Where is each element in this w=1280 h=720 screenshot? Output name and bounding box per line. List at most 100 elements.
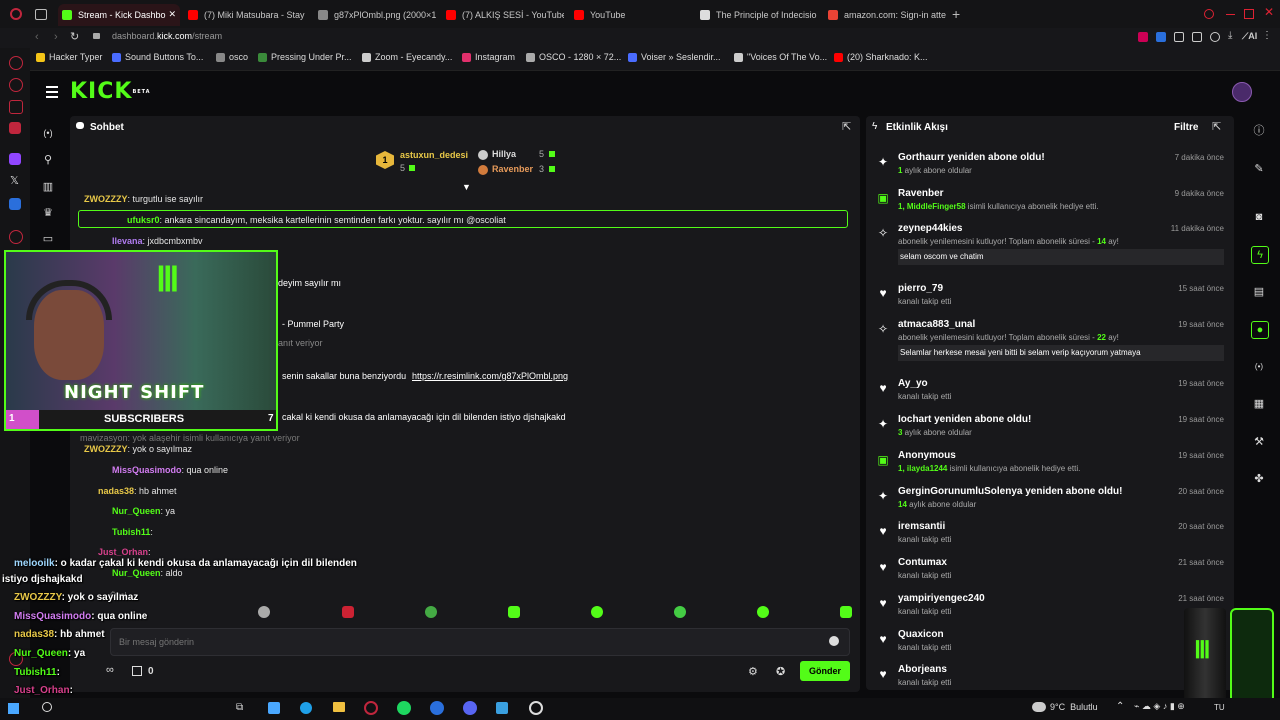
- activity-title-text[interactable]: GerginGorunumluSolenya yeniden abone old…: [898, 486, 1122, 497]
- emote-icon[interactable]: [840, 606, 852, 618]
- link-icon[interactable]: ⚲: [41, 153, 55, 167]
- browser-tab[interactable]: (7) Miki Matsubara - Stay: [188, 4, 306, 26]
- popout-activity-icon[interactable]: ⇱: [1212, 120, 1221, 133]
- tab-list-icon[interactable]: [35, 9, 47, 20]
- emote-icon[interactable]: [591, 606, 603, 618]
- emote-icon[interactable]: [508, 606, 520, 618]
- minimize-icon[interactable]: [1226, 14, 1235, 15]
- layout-icon[interactable]: ▦: [1251, 396, 1267, 412]
- activity-title-text[interactable]: Ravenber: [898, 188, 944, 199]
- activity-title-text[interactable]: Iochart yeniden abone oldu!: [898, 414, 1031, 425]
- tray-icons[interactable]: ⌁ ☁ ◈ ♪ ▮ ⊕: [1134, 701, 1185, 712]
- chat-username[interactable]: Tubish11: [112, 527, 150, 537]
- sidebar-app-icon[interactable]: [9, 198, 21, 210]
- apps-icon[interactable]: ✤: [1251, 471, 1267, 487]
- chat-rules-icon[interactable]: ∞: [106, 664, 114, 676]
- chat-username[interactable]: MissQuasimodo: [112, 465, 182, 475]
- sidebar-app-icon[interactable]: [9, 56, 23, 70]
- close-tab-icon[interactable]: ✕: [168, 9, 176, 20]
- bookmark-item[interactable]: Voiser » Seslendir...: [628, 52, 721, 62]
- media-icon[interactable]: ▭: [41, 232, 55, 246]
- edit-icon[interactable]: ✎: [1251, 161, 1267, 177]
- extension-icon[interactable]: [1192, 32, 1202, 42]
- chat-username[interactable]: nadas38: [98, 486, 134, 496]
- trophy-icon[interactable]: ♛: [41, 206, 55, 220]
- settings-icon[interactable]: ⚙: [748, 665, 758, 678]
- discord-icon[interactable]: [463, 701, 477, 715]
- chat-input-box[interactable]: [110, 628, 850, 656]
- taskbar-app-icon[interactable]: [268, 702, 280, 714]
- emote-icon[interactable]: [425, 606, 437, 618]
- third-gifter-name[interactable]: Ravenber: [492, 164, 533, 174]
- popout-chat-icon[interactable]: ⇱: [842, 120, 851, 133]
- camera-icon[interactable]: ◙: [1251, 209, 1267, 225]
- language-indicator[interactable]: TU: [1214, 703, 1225, 712]
- extension-icon[interactable]: [1174, 32, 1184, 42]
- emote-icon[interactable]: [674, 606, 686, 618]
- sidebar-app-icon[interactable]: [9, 78, 23, 92]
- obs-icon[interactable]: [529, 701, 543, 715]
- reload-icon[interactable]: ↻: [70, 30, 79, 43]
- broadcast-icon[interactable]: (•): [1251, 359, 1267, 375]
- taskbar-app-icon[interactable]: [496, 702, 508, 714]
- menu-icon[interactable]: ⋮: [1262, 30, 1272, 41]
- bookmark-item[interactable]: "Voices Of The Vo...: [734, 52, 827, 62]
- first-gifter-name[interactable]: astuxun_dedesi: [400, 150, 468, 160]
- bookmark-item[interactable]: Sound Buttons To...: [112, 52, 203, 62]
- chat-username[interactable]: Just_Orhan: [98, 547, 148, 557]
- browser-tab[interactable]: (7) ALKIŞ SESİ - YouTube: [446, 4, 564, 26]
- explorer-icon[interactable]: [333, 702, 345, 712]
- browser-taskbar-icon[interactable]: [364, 701, 378, 715]
- info-icon[interactable]: ⓘ: [1251, 123, 1267, 139]
- sidebar-app-icon[interactable]: [9, 230, 23, 244]
- chat-username[interactable]: ufuksr0: [127, 215, 160, 225]
- weather-text[interactable]: 9°C Bulutlu: [1050, 702, 1098, 712]
- profile-icon[interactable]: [1210, 32, 1220, 42]
- activity-title-text[interactable]: Quaxicon: [898, 629, 944, 640]
- emote-icon[interactable]: [342, 606, 354, 618]
- browser-logo-icon[interactable]: [10, 8, 22, 20]
- edge-icon[interactable]: [300, 702, 312, 714]
- hamburger-menu-icon[interactable]: [46, 86, 58, 98]
- mod-tools-icon[interactable]: ✪: [776, 665, 785, 678]
- filter-button[interactable]: Filtre: [1174, 122, 1198, 133]
- bookmark-item[interactable]: Zoom - Eyecandy...: [362, 52, 452, 62]
- user-avatar[interactable]: [1232, 82, 1252, 102]
- activity-title-text[interactable]: Contumax: [898, 557, 947, 568]
- bookmark-item[interactable]: OSCO - 1280 × 72...: [526, 52, 621, 62]
- extension-icon[interactable]: [1156, 32, 1166, 42]
- activity-title-text[interactable]: Gorthaurr yeniden abone oldu!: [898, 152, 1045, 163]
- x-icon[interactable]: 𝕏: [10, 174, 19, 187]
- new-tab-icon[interactable]: +: [952, 6, 960, 22]
- second-gifter-name[interactable]: Hillya: [492, 149, 516, 159]
- twitch-icon[interactable]: [9, 153, 21, 165]
- kick-logo[interactable]: KICKBETA: [70, 80, 151, 104]
- browser-tab[interactable]: amazon.com: Sign-in atte: [828, 4, 946, 26]
- document-icon[interactable]: ▤: [1251, 284, 1267, 300]
- download-icon[interactable]: ⤓: [1228, 30, 1232, 41]
- activity-title-text[interactable]: Ay_yo: [898, 378, 928, 389]
- sidebar-app-icon[interactable]: [9, 100, 23, 114]
- browser-tab[interactable]: g87xPlOmbl.png (2000×1: [318, 4, 436, 26]
- bookmark-item[interactable]: Hacker Typer: [36, 52, 102, 62]
- activity-title-text[interactable]: zeynep44kies: [898, 223, 963, 234]
- emoji-icon[interactable]: [829, 636, 839, 646]
- extension-icon[interactable]: [1138, 32, 1148, 42]
- chat-input[interactable]: [117, 634, 811, 650]
- wrench-icon[interactable]: ⚒: [1251, 434, 1267, 450]
- chat-link[interactable]: https://r.resimlink.com/g87xPlOmbl.png: [412, 371, 568, 381]
- activity-title-text[interactable]: yampiriyengec240: [898, 593, 985, 604]
- start-icon[interactable]: [8, 703, 19, 714]
- sidebar-app-icon[interactable]: [9, 122, 21, 134]
- chat-username[interactable]: ZWOZZZY: [84, 194, 128, 204]
- browser-tab[interactable]: YouTube: [574, 4, 692, 26]
- task-view-icon[interactable]: ⧉: [236, 702, 243, 713]
- expand-leaderboard-icon[interactable]: ▼: [462, 182, 471, 192]
- search-icon[interactable]: [42, 702, 52, 712]
- maximize-icon[interactable]: [1244, 9, 1254, 19]
- activity-title-text[interactable]: atmaca883_unal: [898, 319, 975, 330]
- activity-title-text[interactable]: pierro_79: [898, 283, 943, 294]
- emote-icon[interactable]: [258, 606, 270, 618]
- url-field[interactable]: dashboard.kick.com/stream: [112, 31, 222, 41]
- bookmark-item[interactable]: osco: [216, 52, 248, 62]
